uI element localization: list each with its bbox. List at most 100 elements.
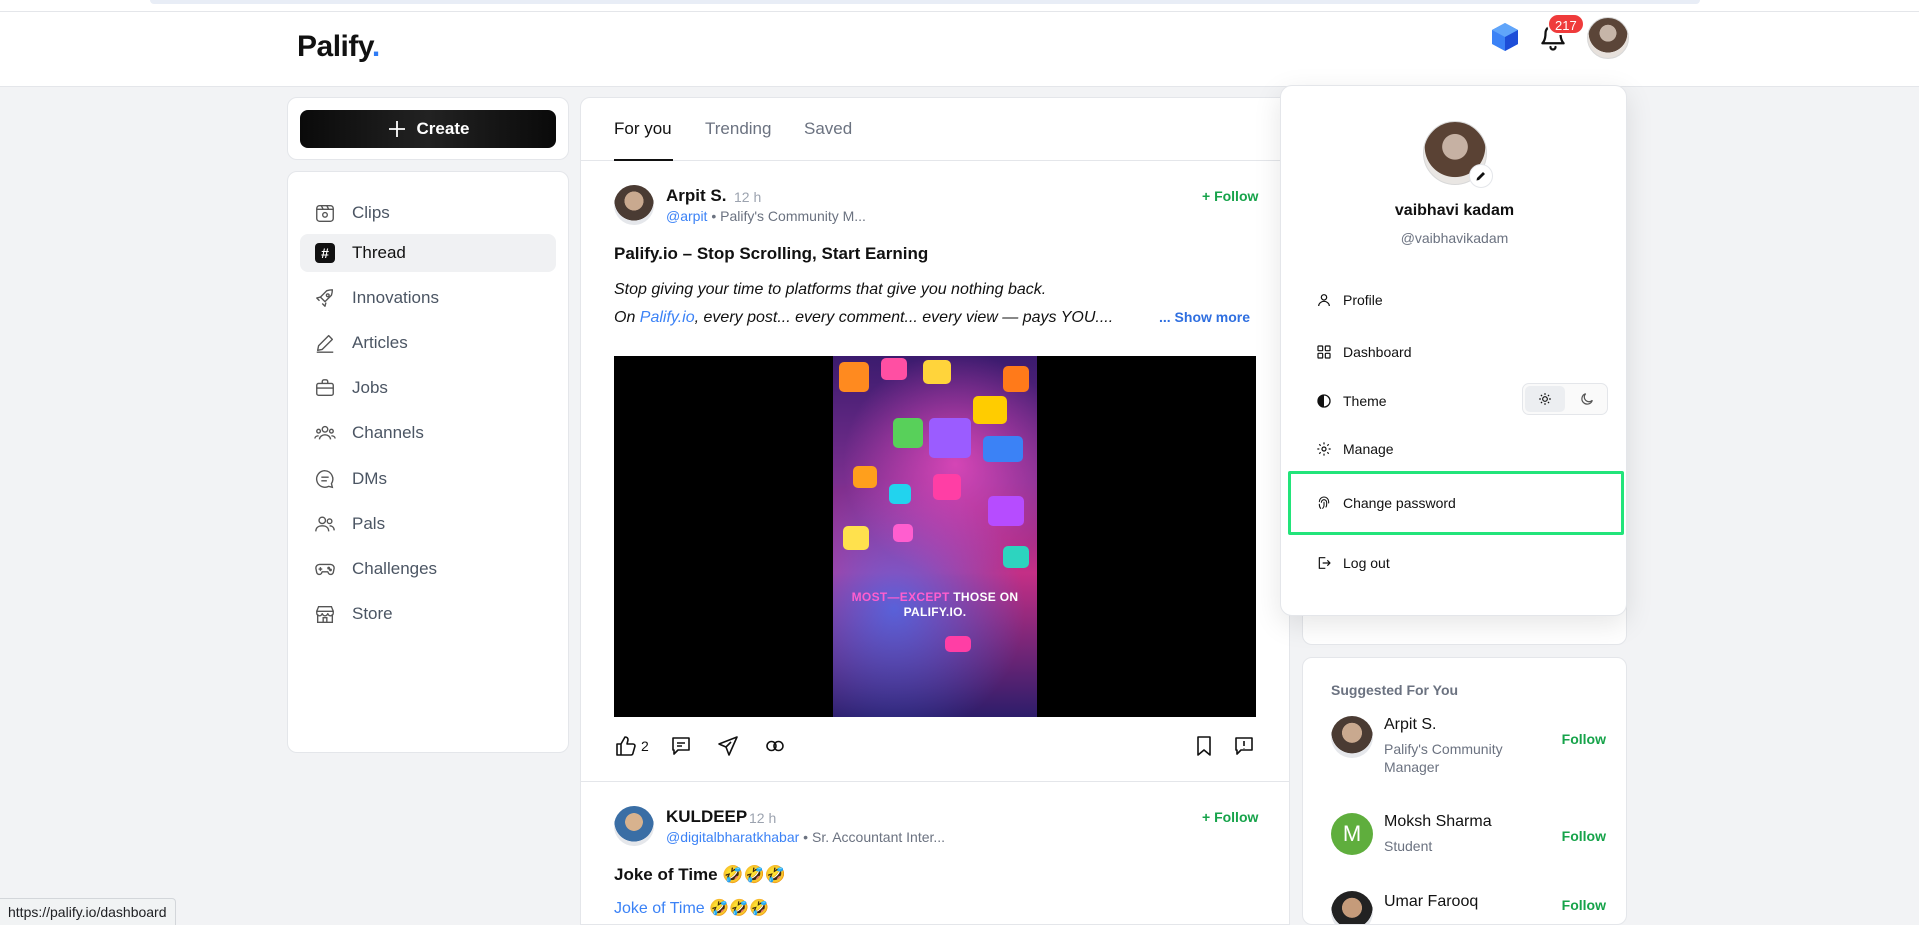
comment-icon[interactable]	[669, 734, 693, 758]
sidebar-item-jobs[interactable]: Jobs	[300, 369, 556, 407]
post-author-name[interactable]: Arpit S.	[666, 186, 726, 206]
sidebar-nav: Clips # Thread Innovations Articles Jobs…	[287, 171, 569, 753]
suggested-card: Suggested For You Arpit S. Palify's Comm…	[1302, 657, 1627, 925]
menu-item-logout[interactable]: Log out	[1315, 552, 1390, 574]
sidebar-item-label: Articles	[352, 333, 408, 352]
edit-pencil-icon[interactable]	[1469, 164, 1493, 188]
suggested-name[interactable]: Moksh Sharma	[1384, 813, 1492, 831]
avatar[interactable]: M	[1331, 813, 1373, 855]
avatar[interactable]	[1331, 891, 1373, 924]
suggested-role: Student	[1384, 838, 1433, 854]
create-button-label: Create	[416, 119, 470, 138]
video-tile	[983, 436, 1023, 462]
share-send-icon[interactable]	[716, 734, 740, 758]
suggested-person: Umar Farooq Follow	[1331, 891, 1606, 924]
suggested-heading: Suggested For You	[1331, 682, 1459, 698]
video-frame: MOST—EXCEPT THOSE ON PALIFY.IO.	[833, 356, 1037, 717]
tab-for-you[interactable]: For you	[614, 119, 672, 139]
post-author-name[interactable]: KULDEEP	[666, 807, 747, 827]
clips-icon	[314, 202, 336, 224]
video-tile	[843, 526, 869, 550]
moon-icon[interactable]	[1567, 386, 1607, 412]
post-body-line: Stop giving your time to platforms that …	[614, 281, 1047, 298]
like-icon[interactable]	[614, 734, 638, 758]
logo-text: Palify	[297, 30, 372, 63]
video-tile	[1003, 546, 1029, 568]
top-pill	[150, 0, 1700, 4]
sidebar-item-challenges[interactable]: Challenges	[300, 550, 556, 588]
post-follow-button[interactable]: + Follow	[1202, 188, 1258, 204]
suggested-follow-button[interactable]: Follow	[1562, 828, 1606, 844]
video-tile	[889, 484, 911, 504]
highlight-box	[1288, 471, 1624, 535]
users-icon	[314, 422, 336, 444]
post-divider	[581, 781, 1289, 782]
tab-saved[interactable]: Saved	[804, 119, 852, 139]
post-author-role: • Sr. Accountant Inter...	[799, 829, 946, 845]
dropdown-user-handle: @vaibhavikadam	[1400, 230, 1509, 246]
sidebar-item-articles[interactable]: Articles	[300, 324, 556, 362]
sidebar-item-label: Challenges	[352, 559, 438, 578]
video-tile	[933, 474, 961, 500]
grid-icon	[1315, 343, 1333, 361]
app-header: Palify.	[0, 12, 1919, 87]
post-body: Joke of Time 🤣🤣🤣	[614, 895, 769, 923]
sidebar-item-store[interactable]: Store	[300, 595, 556, 633]
menu-item-manage[interactable]: Manage	[1315, 438, 1394, 460]
post-follow-button[interactable]: + Follow	[1202, 809, 1258, 825]
menu-item-theme[interactable]: Theme	[1315, 390, 1387, 412]
dropdown-user-name: vaibhavi kadam	[1394, 202, 1515, 219]
hash-icon: #	[314, 242, 336, 264]
post-author-meta: @digitalbharatkhabar • Sr. Accountant In…	[666, 829, 945, 845]
suggested-name[interactable]: Umar Farooq	[1384, 893, 1478, 911]
menu-item-label: Manage	[1343, 441, 1394, 457]
post-body-text: On	[614, 309, 640, 326]
menu-item-label: Profile	[1343, 292, 1383, 308]
menu-item-label: Dashboard	[1343, 344, 1412, 360]
video-tile	[1003, 366, 1029, 392]
post-video[interactable]: MOST—EXCEPT THOSE ON PALIFY.IO.	[614, 356, 1256, 717]
video-tile	[988, 496, 1024, 526]
sidebar-item-channels[interactable]: Channels	[300, 414, 556, 452]
report-icon[interactable]	[1232, 734, 1256, 758]
create-card: Create	[287, 97, 569, 160]
gamepad-icon	[314, 558, 336, 580]
sidebar-item-label: Clips	[352, 203, 390, 222]
feed-tabs: For you Trending Saved	[581, 98, 1289, 161]
post-author-handle[interactable]: @digitalbharatkhabar	[666, 829, 799, 845]
sun-icon[interactable]	[1525, 386, 1565, 412]
logo-dot: .	[371, 30, 380, 63]
suggested-follow-button[interactable]: Follow	[1562, 731, 1606, 747]
post-author-avatar[interactable]	[614, 185, 654, 225]
avatar[interactable]	[1331, 716, 1373, 758]
show-more-link[interactable]: ... Show more	[1159, 309, 1250, 325]
menu-item-dashboard[interactable]: Dashboard	[1315, 341, 1412, 363]
sidebar-item-pals[interactable]: Pals	[300, 505, 556, 543]
video-caption-highlight: MOST—EXCEPT	[851, 590, 950, 604]
sidebar-item-dms[interactable]: DMs	[300, 460, 556, 498]
suggested-follow-button[interactable]: Follow	[1562, 897, 1606, 913]
video-tile	[945, 636, 971, 652]
post-title: Palify.io – Stop Scrolling, Start Earnin…	[614, 244, 929, 263]
person-icon	[1315, 291, 1333, 309]
link-icon[interactable]	[763, 734, 787, 758]
tab-trending[interactable]: Trending	[705, 119, 771, 139]
sidebar-item-clips[interactable]: Clips	[300, 194, 556, 232]
sidebar-item-innovations[interactable]: Innovations	[300, 279, 556, 317]
post-body-link[interactable]: Joke of Time 🤣🤣🤣	[614, 900, 769, 917]
notification-badge: 217	[1547, 13, 1585, 35]
menu-item-profile[interactable]: Profile	[1315, 289, 1383, 311]
chat-icon	[314, 468, 336, 490]
gem-cube-icon[interactable]	[1490, 21, 1520, 53]
post-author-avatar[interactable]	[614, 806, 654, 846]
suggested-name[interactable]: Arpit S.	[1384, 716, 1436, 734]
post-body-link[interactable]: Palify.io	[640, 309, 695, 326]
post-author-handle[interactable]: @arpit	[666, 208, 707, 224]
sidebar-item-thread[interactable]: # Thread	[300, 234, 556, 272]
post-body-line: On Palify.io, every post... every commen…	[614, 304, 1174, 332]
post-body: Stop giving your time to platforms that …	[614, 276, 1174, 332]
create-button[interactable]: Create	[300, 110, 556, 148]
palify-logo[interactable]: Palify.	[297, 30, 380, 64]
user-avatar-button[interactable]	[1587, 17, 1629, 59]
bookmark-icon[interactable]	[1192, 734, 1216, 758]
